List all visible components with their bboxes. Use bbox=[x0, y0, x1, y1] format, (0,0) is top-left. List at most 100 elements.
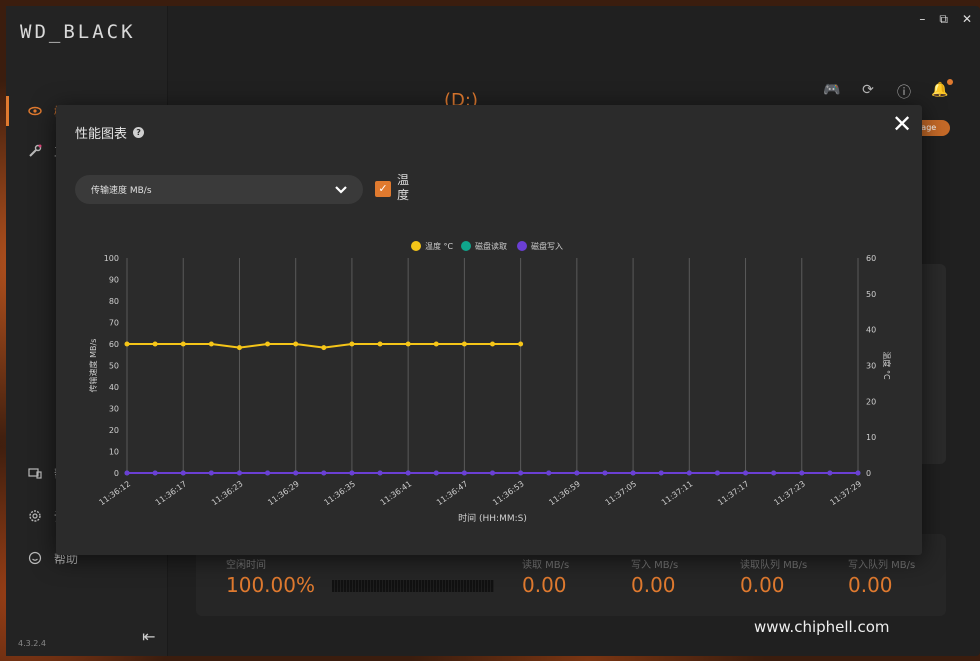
y-right-tick-label: 60 bbox=[866, 254, 876, 263]
data-point bbox=[180, 470, 186, 476]
info-icon[interactable]: ⓘ bbox=[894, 82, 914, 101]
y-right-tick-label: 50 bbox=[866, 290, 876, 299]
wrench-icon bbox=[29, 144, 42, 157]
x-tick-label: 11:37:23 bbox=[772, 479, 807, 507]
activity-bar bbox=[332, 580, 494, 592]
data-point bbox=[433, 341, 439, 347]
data-point bbox=[771, 470, 777, 476]
x-tick-label: 11:37:11 bbox=[660, 479, 695, 507]
legend-label: 温度 °C bbox=[425, 241, 454, 251]
header-icons: 🎮 ⟳ ⓘ 🔔 bbox=[822, 79, 953, 101]
y-tick-label: 80 bbox=[109, 297, 119, 306]
x-tick-label: 11:36:23 bbox=[210, 479, 245, 507]
y-right-axis-label: 温度 °C bbox=[882, 351, 892, 380]
data-point bbox=[349, 470, 355, 476]
y-tick-label: 60 bbox=[109, 340, 119, 349]
y-tick-label: 40 bbox=[109, 383, 119, 392]
data-point bbox=[546, 470, 552, 476]
y-tick-label: 70 bbox=[109, 319, 119, 328]
minimize-button[interactable]: – bbox=[919, 12, 925, 27]
y-right-tick-label: 40 bbox=[866, 326, 876, 335]
data-point bbox=[405, 470, 411, 476]
x-tick-label: 11:36:53 bbox=[491, 479, 526, 507]
read-queue-label: 读取队列 MB/s bbox=[740, 560, 808, 571]
folder-icon[interactable]: ⟳ bbox=[858, 82, 878, 100]
data-point bbox=[630, 470, 636, 476]
legend-label: 磁盘写入 bbox=[531, 241, 563, 251]
bell-icon[interactable]: 🔔 bbox=[930, 79, 953, 100]
x-tick-label: 11:36:17 bbox=[154, 479, 189, 507]
data-point bbox=[321, 470, 327, 476]
close-dialog-button[interactable]: ✕ bbox=[892, 112, 912, 136]
data-point bbox=[405, 341, 411, 347]
devices-icon bbox=[28, 468, 42, 479]
data-point bbox=[208, 470, 214, 476]
data-point bbox=[208, 341, 214, 347]
data-point bbox=[714, 470, 720, 476]
temperature-toggle[interactable]: ✓ 温度 bbox=[375, 173, 411, 203]
chevron-down-icon bbox=[335, 185, 347, 194]
data-point bbox=[490, 470, 495, 476]
x-tick-label: 11:36:35 bbox=[322, 479, 357, 507]
read-queue-value: 0.00 bbox=[740, 573, 785, 597]
y-right-tick-label: 10 bbox=[866, 433, 876, 442]
x-tick-label: 11:37:05 bbox=[604, 479, 639, 507]
data-point bbox=[321, 345, 327, 351]
data-point bbox=[124, 470, 130, 476]
temperature-checkbox[interactable]: ✓ bbox=[375, 181, 391, 197]
watermark-text: www.chiphell.com bbox=[754, 618, 890, 636]
x-tick-label: 11:36:41 bbox=[379, 479, 414, 507]
y-right-tick-label: 0 bbox=[866, 469, 871, 478]
data-point bbox=[686, 470, 692, 476]
help-icon[interactable]: ? bbox=[133, 127, 145, 138]
data-point bbox=[461, 341, 467, 347]
data-point bbox=[743, 470, 749, 476]
write-queue-label: 写入队列 MB/s bbox=[848, 560, 916, 571]
write-queue-value: 0.00 bbox=[848, 573, 893, 597]
dialog-title: 性能图表 ? bbox=[75, 123, 145, 142]
idle-label: 空闲时间 bbox=[226, 560, 266, 571]
data-point bbox=[180, 341, 186, 347]
legend-marker bbox=[517, 241, 527, 251]
data-point bbox=[236, 345, 242, 351]
data-point bbox=[658, 470, 664, 476]
metric-select[interactable]: 传输速度 MB/s bbox=[75, 175, 363, 204]
gear-icon bbox=[29, 510, 41, 522]
read-label: 读取 MB/s bbox=[522, 560, 570, 571]
maximize-button[interactable]: ⧉ bbox=[939, 12, 948, 27]
y-tick-label: 100 bbox=[104, 254, 119, 263]
data-point bbox=[602, 470, 608, 476]
app-logo: WD_BLACK bbox=[20, 21, 136, 43]
y-right-tick-label: 30 bbox=[866, 362, 876, 371]
data-point bbox=[152, 470, 158, 476]
data-point bbox=[827, 470, 833, 476]
y-tick-label: 50 bbox=[109, 362, 119, 371]
data-point bbox=[518, 341, 524, 347]
collapse-sidebar-button[interactable]: ⇤ bbox=[142, 627, 155, 646]
legend-label: 磁盘读取 bbox=[475, 241, 507, 251]
gamepad-icon[interactable]: 🎮 bbox=[822, 82, 842, 100]
y-tick-label: 20 bbox=[109, 426, 119, 435]
y-tick-label: 90 bbox=[109, 276, 119, 285]
x-tick-label: 11:36:59 bbox=[547, 479, 582, 507]
data-point bbox=[293, 470, 299, 476]
write-value: 0.00 bbox=[631, 573, 676, 597]
y-axis-label: 传输速度 MB/s bbox=[88, 339, 98, 393]
data-point bbox=[461, 470, 467, 476]
close-window-button[interactable]: ✕ bbox=[962, 12, 972, 27]
notification-dot bbox=[947, 79, 953, 85]
data-point bbox=[799, 470, 805, 476]
y-tick-label: 30 bbox=[109, 405, 119, 414]
data-point bbox=[855, 470, 861, 476]
data-point bbox=[490, 341, 495, 347]
x-tick-label: 11:36:29 bbox=[266, 479, 301, 507]
performance-chart-dialog: 性能图表 ? ✕ 传输速度 MB/s ✓ 温度 11:36:12 11:36:17… bbox=[56, 105, 922, 555]
legend-marker bbox=[411, 241, 421, 251]
data-point bbox=[124, 341, 130, 347]
x-tick-label: 11:37:29 bbox=[829, 479, 864, 507]
legend-marker bbox=[461, 241, 471, 251]
performance-chart: 11:36:12 11:36:17 11:36:23 11:36:29 11:36:35… bbox=[88, 241, 892, 524]
metric-select-value: 传输速度 MB/s bbox=[91, 186, 152, 196]
y-right-tick-label: 20 bbox=[866, 397, 876, 406]
window-controls: – ⧉ ✕ bbox=[919, 12, 972, 27]
